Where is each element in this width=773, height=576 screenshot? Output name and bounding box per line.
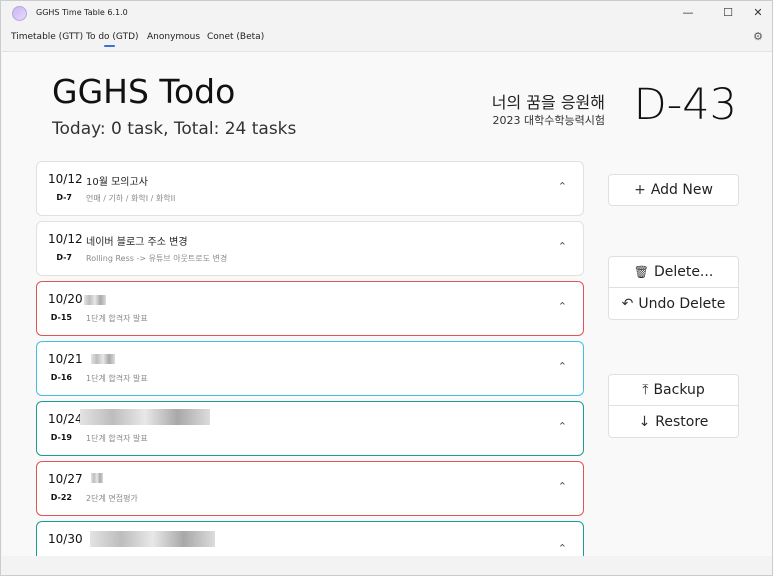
task-description: 2단계 면접평가 xyxy=(86,494,138,503)
tab-conet[interactable]: Conet (Beta) xyxy=(207,32,264,42)
gear-icon[interactable]: ⚙ xyxy=(753,30,763,43)
motto-text: 너의 꿈을 응원해 xyxy=(491,93,605,112)
maximize-button[interactable]: ☐ xyxy=(714,3,742,23)
undo-icon: ↶ xyxy=(621,295,634,312)
active-tab-indicator xyxy=(104,45,115,47)
add-new-label: Add New xyxy=(650,182,713,198)
exam-name: 2023 대학수학능력시험 xyxy=(492,114,605,127)
task-date: 10/27 xyxy=(48,472,83,486)
chevron-up-icon[interactable]: ⌃ xyxy=(558,360,567,373)
plus-icon: + xyxy=(634,182,646,198)
backup-button[interactable]: ⤒ Backup xyxy=(608,374,739,406)
tab-timetable[interactable]: Timetable (GTT) xyxy=(11,32,83,42)
close-button[interactable]: ✕ xyxy=(744,3,772,23)
task-title: 네이버 블로그 주소 변경 xyxy=(86,237,188,248)
task-description: 1단계 합격자 발표 xyxy=(86,434,148,443)
chevron-up-icon[interactable]: ⌃ xyxy=(558,300,567,313)
redacted-title xyxy=(84,295,106,305)
add-new-button[interactable]: + Add New xyxy=(608,174,739,206)
redacted-title xyxy=(90,531,215,547)
delete-button[interactable]: 🗑 Delete... xyxy=(608,256,739,288)
task-dday: D-7 xyxy=(56,253,72,262)
tab-anonymous[interactable]: Anonymous xyxy=(147,32,200,42)
upload-icon: ⤒ xyxy=(642,382,649,398)
task-description: 1단계 합격자 발표 xyxy=(86,314,148,323)
task-dday: D-7 xyxy=(56,193,72,202)
dday-counter: D-43 xyxy=(633,80,737,130)
tab-todo[interactable]: To do (GTD) xyxy=(86,32,139,42)
undo-delete-button[interactable]: ↶ Undo Delete xyxy=(608,288,739,320)
window-title: GGHS Time Table 6.1.0 xyxy=(36,8,128,17)
task-dday: D-22 xyxy=(50,493,72,502)
menu-bar: Timetable (GTT) To do (GTD) Anonymous Co… xyxy=(1,27,772,49)
task-dday: D-19 xyxy=(50,433,72,442)
task-card[interactable]: 10/27 D-22 2단계 면접평가 ⌃ xyxy=(36,461,584,516)
trash-icon: 🗑 xyxy=(633,265,649,279)
task-card[interactable]: 10/12 10월 모의고사 D-7 언매 / 기하 / 화학I / 화학II … xyxy=(36,161,584,216)
minimize-button[interactable]: — xyxy=(674,3,702,23)
chevron-up-icon[interactable]: ⌃ xyxy=(558,480,567,493)
task-card[interactable]: 10/30 ⌃ xyxy=(36,521,584,556)
task-card[interactable]: 10/12 네이버 블로그 주소 변경 D-7 Rolling Ress -> … xyxy=(36,221,584,276)
task-date: 10/30 xyxy=(48,532,83,546)
task-card[interactable]: 10/20 D-15 1단계 합격자 발표 ⌃ xyxy=(36,281,584,336)
task-title: 10월 모의고사 xyxy=(86,177,148,188)
delete-label: Delete... xyxy=(653,264,714,280)
task-description: 언매 / 기하 / 화학I / 화학II xyxy=(86,194,176,203)
task-card[interactable]: 10/21 D-16 1단계 합격자 발표 ⌃ xyxy=(36,341,584,396)
task-dday: D-15 xyxy=(50,313,72,322)
chevron-up-icon[interactable]: ⌃ xyxy=(558,420,567,433)
restore-button[interactable]: ↓ Restore xyxy=(608,406,739,438)
redacted-title xyxy=(91,354,115,364)
task-date: 10/20 xyxy=(48,292,83,306)
task-date: 10/12 xyxy=(48,172,83,186)
todo-page: GGHS Todo Today: 0 task, Total: 24 tasks… xyxy=(2,51,772,556)
chevron-up-icon[interactable]: ⌃ xyxy=(558,542,567,555)
task-date: 10/21 xyxy=(48,352,83,366)
task-card[interactable]: 10/24 D-19 1단계 합격자 발표 ⌃ xyxy=(36,401,584,456)
task-date: 10/12 xyxy=(48,232,83,246)
redacted-title xyxy=(80,409,210,425)
task-summary: Today: 0 task, Total: 24 tasks xyxy=(52,119,297,139)
chevron-up-icon[interactable]: ⌃ xyxy=(558,240,567,253)
download-icon: ↓ xyxy=(638,413,651,430)
redacted-title xyxy=(91,473,103,483)
undo-delete-label: Undo Delete xyxy=(638,295,726,312)
app-logo-icon xyxy=(12,6,27,21)
title-bar: GGHS Time Table 6.1.0 — ☐ ✕ xyxy=(1,1,772,27)
app-window: GGHS Time Table 6.1.0 — ☐ ✕ Timetable (G… xyxy=(0,0,773,576)
restore-label: Restore xyxy=(655,413,709,430)
backup-label: Backup xyxy=(653,382,705,398)
task-description: Rolling Ress -> 유튜브 아웃트로도 변경 xyxy=(86,254,228,263)
page-title: GGHS Todo xyxy=(52,72,236,111)
task-description: 1단계 합격자 발표 xyxy=(86,374,148,383)
chevron-up-icon[interactable]: ⌃ xyxy=(558,180,567,193)
task-dday: D-16 xyxy=(50,373,72,382)
task-date: 10/24 xyxy=(48,412,83,426)
